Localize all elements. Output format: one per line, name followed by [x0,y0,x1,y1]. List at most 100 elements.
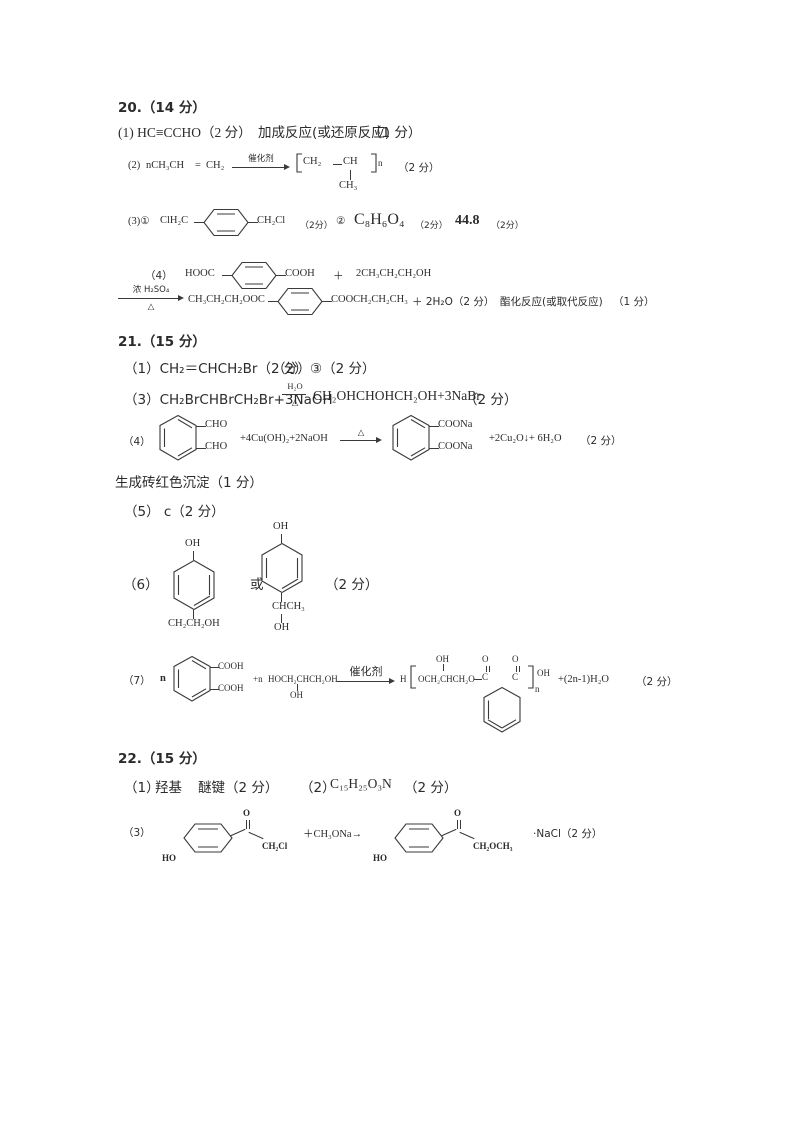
q20-3-score3: （2分） [491,221,524,231]
q22-3-label: （3） [123,827,151,839]
q21-7-prod-chain: OCH₂CHCH₂O [418,674,475,684]
q21-4-cho-bottom: CHO [205,441,228,452]
q21-4-cond: △ [357,427,365,437]
q20-3-marker2: ② [336,216,346,227]
q21-6-score: （2 分） [325,577,379,593]
q20-2-branch: CH₃ [339,180,358,191]
q21-6-struct1-oh: OH [185,538,201,549]
q22-3-prod-bond-tail [459,831,475,840]
q20-4-plus: ＋ [333,271,344,282]
q21-7-label: （7） [123,675,151,687]
q21-7-cooh-top: COOH [218,661,244,671]
q20-5-water: ＋ 2H₂O（2 分） [412,296,495,308]
q20-3-score2: （2分） [415,221,448,231]
q20-2-bracket-right [370,153,378,173]
q21-4-score: （2 分） [580,435,622,447]
q21-7-water: +(2n-1)H₂O [558,674,609,685]
q22-3-o-left: O [243,808,251,818]
q22-3-tail-left: CH₂Cl [262,841,288,851]
q20-3-label: (3)① [128,216,150,227]
q20-2-score: （2 分） [398,162,440,174]
q21-7-prod-oh-bond [443,664,444,671]
benzene-ring-q20-5 [277,287,323,316]
q20-2-label: (2) [128,160,141,171]
q20-4-acid-left: HOOC [185,268,215,279]
benzene-ring-q22-3-product [393,822,445,854]
q21-4-reagents: +4Cu(OH)₂+2NaOH [240,433,328,444]
q21-4-arrow: △ [340,428,382,444]
q22-2-formula: C₁₅H₂₅O₃N [330,776,392,791]
q22-3-reagent: ＋CH₃ONa→ [303,829,363,840]
q21-6-struct2-chain: CHCH₃ [272,601,305,612]
q21-7-bracket-right [527,665,535,689]
q20-5-arrow: 浓 H₂SO₄ △ [118,286,184,311]
benzene-ring-q22-3-reactant [182,822,234,854]
q22-3-prod-dbond-a [457,820,458,829]
q20-2-condition: 催化剂 [248,154,274,164]
q21-4-label: （4） [123,436,151,448]
benzene-ring-q21-4-reactant [158,414,198,462]
q20-2-reactant-tail: CH₂ [206,160,225,171]
q21-7-cooh-bottom: COOH [218,683,244,693]
q21-7-diol-oh: OH [290,690,303,700]
q21-6-label: （6） [123,577,159,593]
q20-2-double-bond: = [195,160,201,171]
q20-5-ester-left: CH₃CH₂CH₂OOC [188,294,265,305]
q21-7-dbond2a [516,666,517,672]
q20-5-cond-bottom: △ [147,300,155,311]
q21-3-score: （2 分） [464,392,518,408]
q21-6-struct2-oh: OH [273,521,289,532]
q21-2-answer: ③（2 分） [310,361,376,377]
q21-2-label: （2） [272,361,308,377]
benzene-ring-q20-4 [231,261,277,290]
q21-6-struct2-oh2: OH [274,622,290,633]
q20-2-bond [333,164,342,165]
q21-7-prod-c2: C [512,672,519,682]
q21-7-dbond2b [519,666,520,672]
q22-1-answer-a: 羟基 [155,780,182,796]
q20-2-reactant: nCH₃CH [146,160,185,171]
q21-7-n: n [160,673,166,684]
q20-3-left-group: ClH₂C [160,215,189,226]
answer-key-page: 20.（14 分） (1) HC≡CCHO（2 分） 加成反应(或还原反应) （… [0,0,794,1123]
q21-7-prod-degree: n [535,684,540,694]
q20-heading: 20.（14 分） [118,100,206,116]
q22-3-prod-dbond-b [460,820,461,829]
q21-3-cond-top: H₂O [287,381,303,391]
q21-3-condition-arrow: H₂O △ [282,382,308,407]
q21-4-observation: 生成砖红色沉淀（1 分） [115,475,263,491]
benzene-ring-q21-7-product [482,686,522,734]
q21-7-dbond1b [489,666,490,672]
q21-7-cond: 催化剂 [349,665,383,678]
q21-4-byproducts: +2Cu₂O↓+ 6H₂O [489,433,562,444]
q21-5-answer: （5） c（2 分） [124,504,225,520]
q21-7-prod-c1: C [482,672,489,682]
q21-7-score: （2 分） [636,676,678,688]
q20-5-score: （1 分） [613,296,655,308]
q21-7-plus-n: +n [253,674,263,684]
q20-3-score1: （2分） [300,221,333,231]
q20-2-unit1: CH₂ [303,156,322,167]
q21-7-prod-o2: O [512,654,519,664]
q20-1-score: （1 分） [368,125,422,141]
q22-3-ho-right: HO [373,853,388,863]
q22-3-ho-left: HO [162,853,177,863]
q22-3-nacl: ·NaCl（2 分） [533,828,603,840]
q20-2-bracket-left [295,153,303,173]
q21-7-prod-h: H [400,674,407,684]
q22-3-bond-ch2cl [248,831,264,840]
benzene-ring-q21-6-a [172,559,216,611]
q21-3-cond-bottom: △ [291,396,299,407]
q20-5-ester-right: COOCH₂CH₂CH₃ [331,294,408,305]
q22-1-answer-b: 醚键（2 分） [198,780,279,796]
q22-3-dbond-a [246,820,247,829]
q20-2-branch-bond [350,170,351,180]
q21-7-arrow: 催化剂 [337,666,395,685]
benzene-ring-q20-3 [203,208,249,237]
q22-3-o-right: O [454,808,462,818]
q21-7-prod-o1: O [482,654,489,664]
q20-3-value3: 44.8 [455,213,480,228]
q21-4-coona-bottom: COONa [438,441,473,452]
q22-3-dbond-b [249,820,250,829]
q20-2-degree: n [378,158,383,168]
